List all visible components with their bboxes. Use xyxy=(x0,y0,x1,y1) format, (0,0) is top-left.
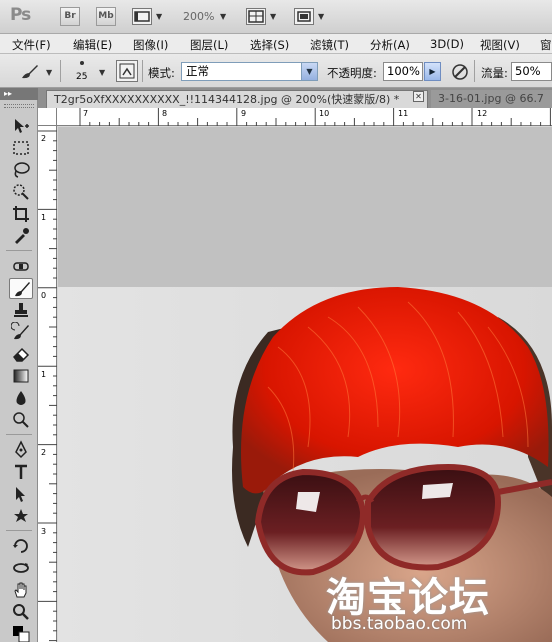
launch-bridge-button[interactable]: Br xyxy=(60,7,80,26)
move-tool-icon[interactable] xyxy=(9,116,33,137)
mode-label: 模式: xyxy=(148,66,175,80)
photoshop-logo: Ps xyxy=(10,5,31,25)
vertical-ruler[interactable]: 2 1 0 1 2 3 xyxy=(38,126,57,642)
flow-field[interactable]: 50% xyxy=(511,62,552,81)
toolbox-panel: ▸▸ xyxy=(0,88,38,642)
menu-bar: 文件(F) 编辑(E) 图像(I) 图层(L) 选择(S) 滤镜(T) 分析(A… xyxy=(0,34,552,54)
opacity-field[interactable]: 100% xyxy=(383,62,423,81)
tab-inactive-document[interactable]: 3-16-01.jpg @ 66.7 xyxy=(431,90,552,108)
options-separator xyxy=(474,60,475,82)
document-canvas[interactable]: 淘宝论坛 bbs.taobao.com xyxy=(58,287,552,642)
canvas-pasteboard[interactable] xyxy=(58,127,552,287)
brush-preset-icon[interactable] xyxy=(18,60,40,82)
toolbox-separator xyxy=(6,434,32,435)
opacity-label: 不透明度: xyxy=(327,66,377,80)
close-icon[interactable]: ✕ xyxy=(413,91,424,102)
ruler-label: 2 xyxy=(41,134,47,143)
chevron-down-icon[interactable]: ▼ xyxy=(301,63,317,80)
ruler-label: 10 xyxy=(319,109,330,118)
hand-tool-icon[interactable] xyxy=(9,580,33,601)
brush-preset-dropdown-icon[interactable]: ▼ xyxy=(46,68,52,77)
brush-size-label[interactable]: 25 xyxy=(76,72,87,82)
ruler-label: 12 xyxy=(477,109,488,118)
screen-mode-dropdown-icon[interactable]: ▼ xyxy=(318,12,324,21)
launch-minibridge-button[interactable]: Mb xyxy=(96,7,116,26)
toolbox-separator xyxy=(6,530,32,531)
ruler-label: 9 xyxy=(241,109,247,118)
opacity-slider-button[interactable]: ▶ xyxy=(424,62,441,81)
menu-filter[interactable]: 滤镜(T) xyxy=(310,37,349,53)
crop-tool-icon[interactable] xyxy=(9,204,33,225)
tablet-pressure-opacity-icon[interactable] xyxy=(448,60,470,82)
toolbox-grip[interactable] xyxy=(4,104,34,108)
ruler-ticks xyxy=(38,130,57,642)
marquee-tool-icon[interactable] xyxy=(9,138,33,159)
brush-picker-dropdown-icon[interactable]: ▼ xyxy=(99,68,105,77)
arrange-documents-icon[interactable] xyxy=(246,8,266,25)
ruler-label: 2 xyxy=(41,448,47,457)
application-bar: Ps Br Mb ▼ 200% ▼ ▼ ▼ xyxy=(0,0,552,34)
menu-image[interactable]: 图像(I) xyxy=(133,37,168,53)
ruler-origin[interactable] xyxy=(38,108,57,126)
blend-mode-value: 正常 xyxy=(186,64,209,78)
eyedropper-tool-icon[interactable] xyxy=(9,226,33,247)
ruler-label: 1 xyxy=(41,213,47,222)
pen-tool-icon[interactable] xyxy=(9,440,33,461)
menu-analysis[interactable]: 分析(A) xyxy=(370,37,410,53)
view-extras-dropdown-icon[interactable]: ▼ xyxy=(156,12,162,21)
type-tool-icon[interactable] xyxy=(9,462,33,483)
zoom-tool-icon[interactable] xyxy=(9,602,33,623)
gradient-tool-icon[interactable] xyxy=(9,366,33,387)
menu-window[interactable]: 窗 xyxy=(540,37,552,53)
blend-mode-select[interactable]: 正常 ▼ xyxy=(181,62,318,81)
ruler-label: 1 xyxy=(41,370,47,379)
tool-options-bar: ▼ 25 ▼ 模式: 正常 ▼ 不透明度: 100% ▶ 流量: 50% xyxy=(0,54,552,88)
flow-label: 流量: xyxy=(481,66,508,80)
3d-orbit-tool-icon[interactable] xyxy=(9,558,33,579)
healing-tool-icon[interactable] xyxy=(9,256,33,277)
dodge-tool-icon[interactable] xyxy=(9,410,33,431)
horizontal-ruler[interactable]: 7 8 9 10 11 12 xyxy=(57,108,552,126)
menu-layer[interactable]: 图层(L) xyxy=(190,37,228,53)
arrange-dropdown-icon[interactable]: ▼ xyxy=(270,12,276,21)
shape-tool-icon[interactable] xyxy=(9,506,33,527)
options-separator xyxy=(60,60,61,82)
history-brush-tool-icon[interactable] xyxy=(9,322,33,343)
document-tab-strip: T2gr5oXfXXXXXXXXXX_!!114344128.jpg @ 200… xyxy=(38,88,552,108)
options-separator xyxy=(142,60,143,82)
tab-title: T2gr5oXfXXXXXXXXXX_!!114344128.jpg @ 200… xyxy=(54,93,400,106)
foreground-background-color-icon[interactable] xyxy=(9,624,33,642)
brush-panel-toggle-icon[interactable] xyxy=(116,60,138,82)
screen-mode-icon[interactable] xyxy=(294,8,314,25)
tab-title: 3-16-01.jpg @ 66.7 xyxy=(438,92,544,105)
3d-rotate-tool-icon[interactable] xyxy=(9,536,33,557)
quick-select-tool-icon[interactable] xyxy=(9,182,33,203)
toolbox-separator xyxy=(6,250,32,251)
lasso-tool-icon[interactable] xyxy=(9,160,33,181)
menu-edit[interactable]: 编辑(E) xyxy=(73,37,112,53)
toolbox-collapse-icon[interactable]: ▸▸ xyxy=(0,88,38,100)
ruler-label: 11 xyxy=(398,109,409,118)
ruler-label: 3 xyxy=(41,527,47,536)
zoom-level[interactable]: 200% xyxy=(183,10,214,23)
ruler-label: 7 xyxy=(83,109,89,118)
ruler-label: 8 xyxy=(162,109,168,118)
menu-view[interactable]: 视图(V) xyxy=(480,37,520,53)
path-select-tool-icon[interactable] xyxy=(9,484,33,505)
menu-3d[interactable]: 3D(D) xyxy=(430,37,464,51)
tab-active-document[interactable]: T2gr5oXfXXXXXXXXXX_!!114344128.jpg @ 200… xyxy=(46,90,428,108)
clone-stamp-tool-icon[interactable] xyxy=(9,300,33,321)
menu-select[interactable]: 选择(S) xyxy=(250,37,289,53)
blur-tool-icon[interactable] xyxy=(9,388,33,409)
view-extras-icon[interactable] xyxy=(132,8,152,25)
menu-file[interactable]: 文件(F) xyxy=(12,37,51,53)
watermark-url: bbs.taobao.com xyxy=(331,614,468,634)
ruler-label: 0 xyxy=(41,291,47,300)
brush-tool-icon[interactable] xyxy=(9,278,33,299)
zoom-dropdown-icon[interactable]: ▼ xyxy=(220,12,226,21)
brush-tip-preview-icon[interactable] xyxy=(80,61,84,65)
eraser-tool-icon[interactable] xyxy=(9,344,33,365)
